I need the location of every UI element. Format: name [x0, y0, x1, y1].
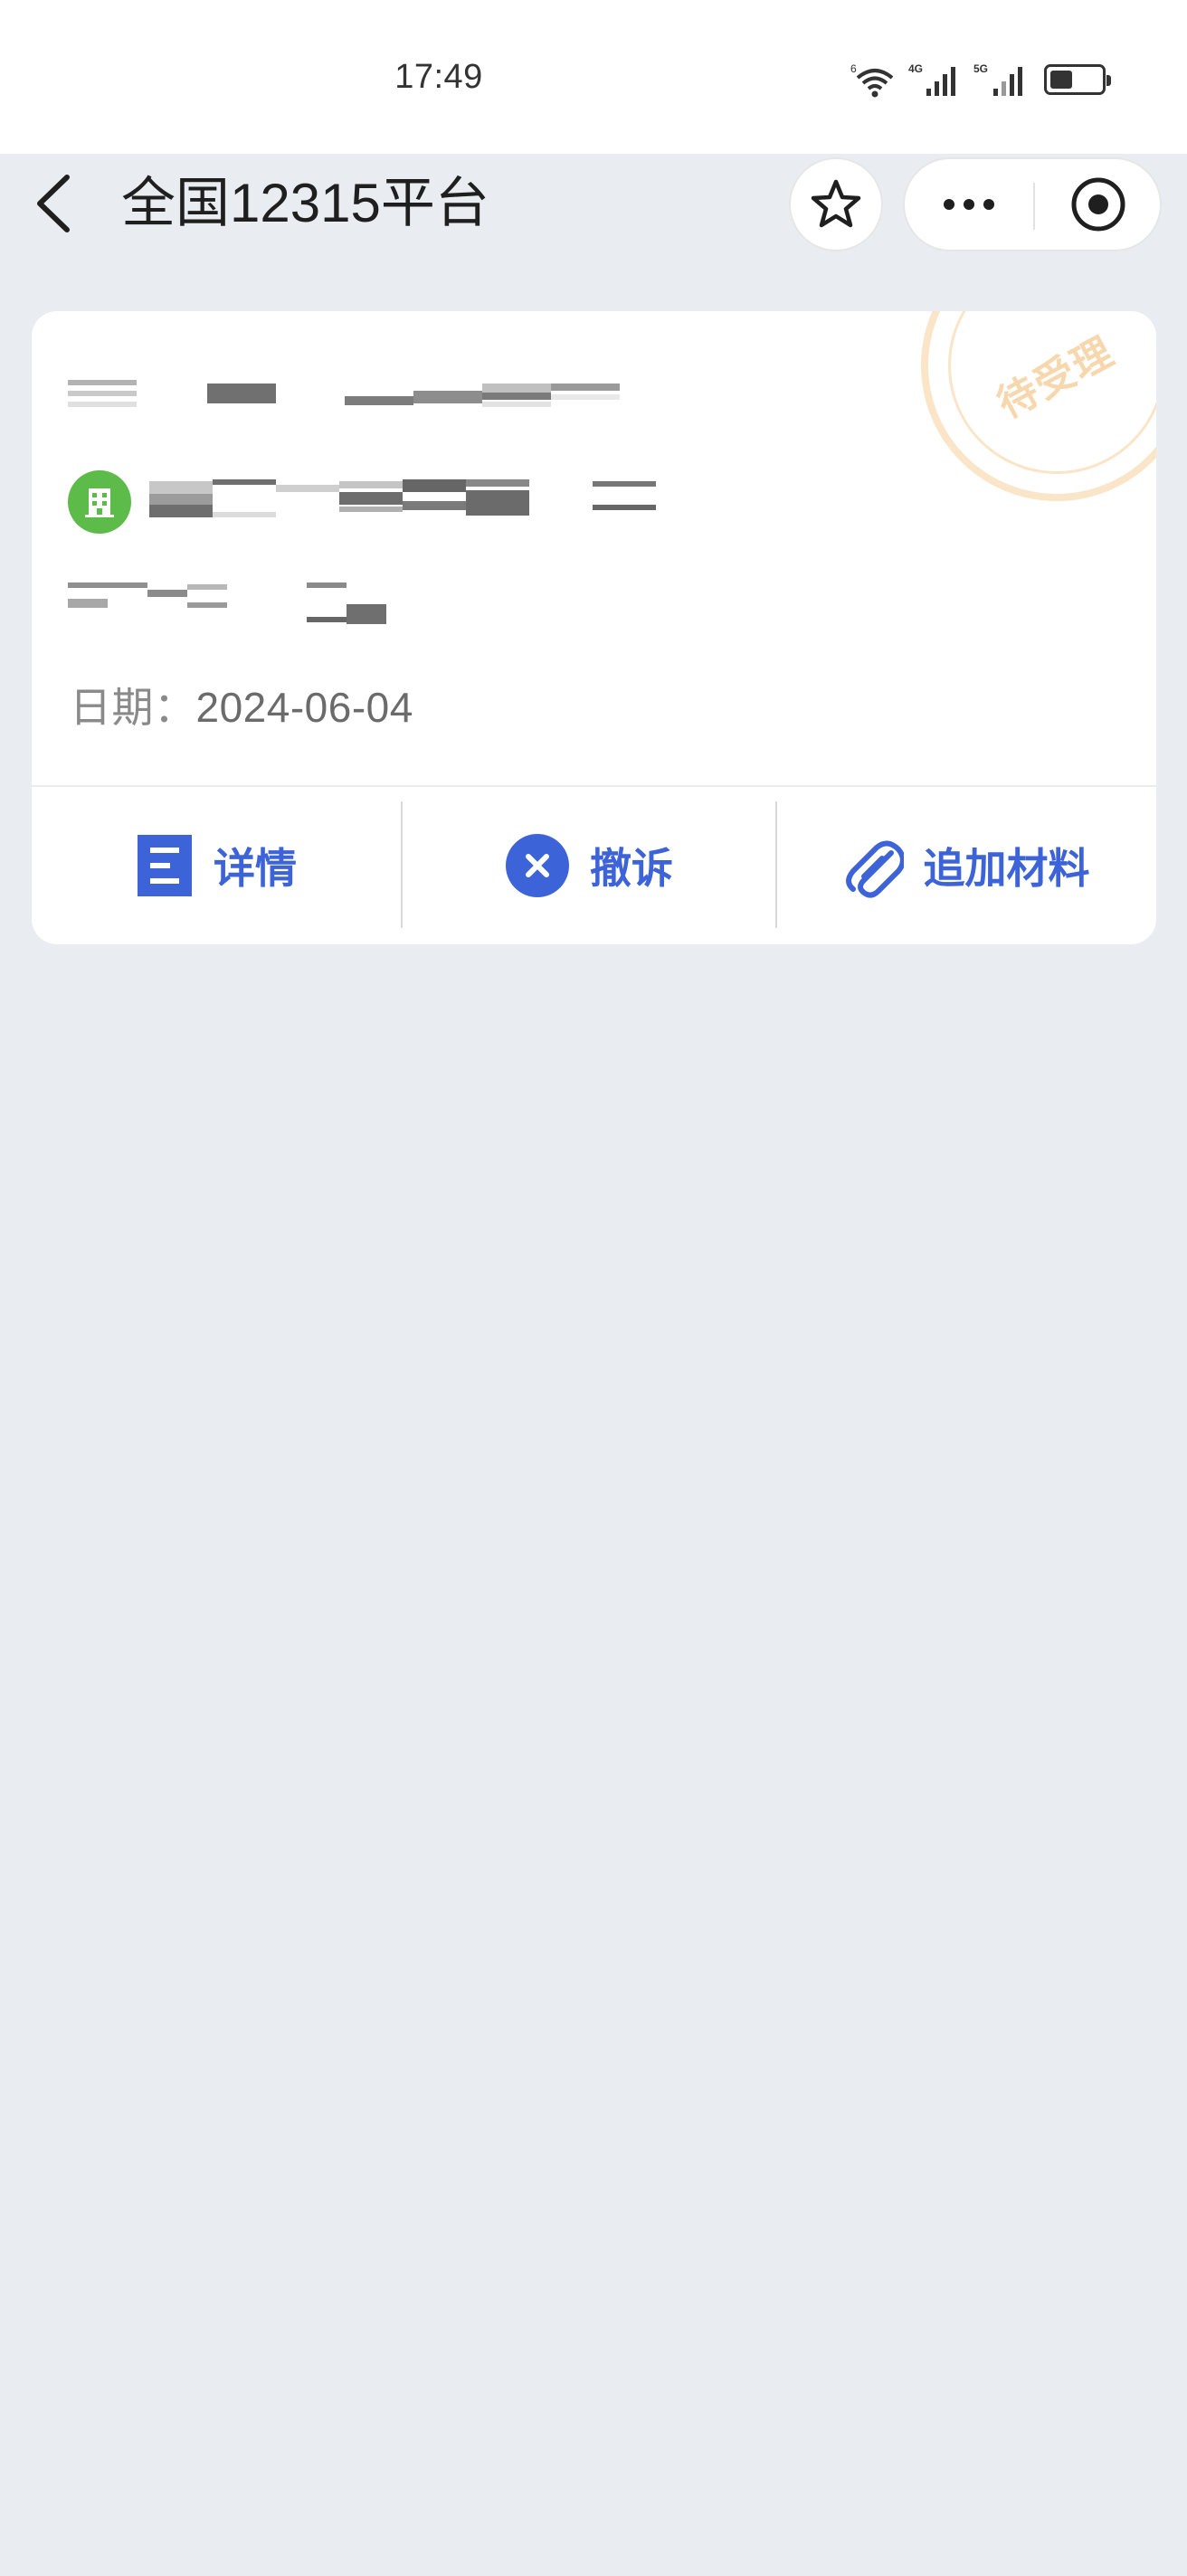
battery-icon [1044, 64, 1111, 95]
more-button[interactable] [905, 159, 1033, 250]
battery-level [1050, 71, 1073, 89]
building-icon [85, 488, 114, 517]
add-material-button[interactable]: 追加材料 [777, 787, 1156, 944]
date-value: 2024-06-04 [195, 684, 413, 731]
more-dot [983, 199, 994, 210]
wifi-icon: 6 [850, 62, 894, 98]
withdraw-button[interactable]: 撤诉 [403, 787, 775, 944]
status-bar: 17:49 6 4G 5G [0, 0, 1187, 154]
close-mini-program-button[interactable] [1035, 159, 1162, 250]
svg-text:5G: 5G [973, 62, 988, 75]
card-actions: 详情 撤诉 追加材料 [32, 787, 1156, 944]
target-circle-icon [1071, 177, 1125, 232]
details-label: 详情 [214, 845, 297, 892]
complaint-card[interactable]: 待受理 日期：2024-06-04 详情 撤诉 追加材料 [32, 311, 1156, 944]
status-icons: 6 4G 5G [850, 60, 1111, 99]
add-material-label: 追加材料 [923, 845, 1090, 892]
paperclip-icon [845, 840, 904, 898]
svg-text:4G: 4G [908, 62, 923, 75]
favorite-button[interactable] [789, 157, 883, 251]
close-circle-icon [506, 834, 569, 897]
page-title: 全国12315平台 [121, 173, 489, 233]
signal-4g-icon: 4G [908, 62, 955, 96]
complaint-date: 日期：2024-06-04 [70, 675, 413, 734]
svg-text:6: 6 [850, 62, 857, 75]
more-dot [944, 199, 954, 210]
chevron-left-icon [37, 175, 70, 232]
document-list-icon [138, 835, 192, 896]
withdraw-label: 撤诉 [590, 845, 673, 892]
mini-program-capsule [903, 157, 1162, 251]
status-stamp: 待受理 [921, 311, 1156, 501]
details-button[interactable]: 详情 [32, 787, 401, 944]
more-dot [964, 199, 974, 210]
signal-5g-icon: 5G [973, 62, 1022, 96]
back-button[interactable] [33, 167, 87, 240]
status-time: 17:49 [394, 58, 483, 96]
star-icon [811, 179, 861, 228]
date-label: 日期： [70, 684, 196, 731]
company-badge [68, 470, 131, 534]
